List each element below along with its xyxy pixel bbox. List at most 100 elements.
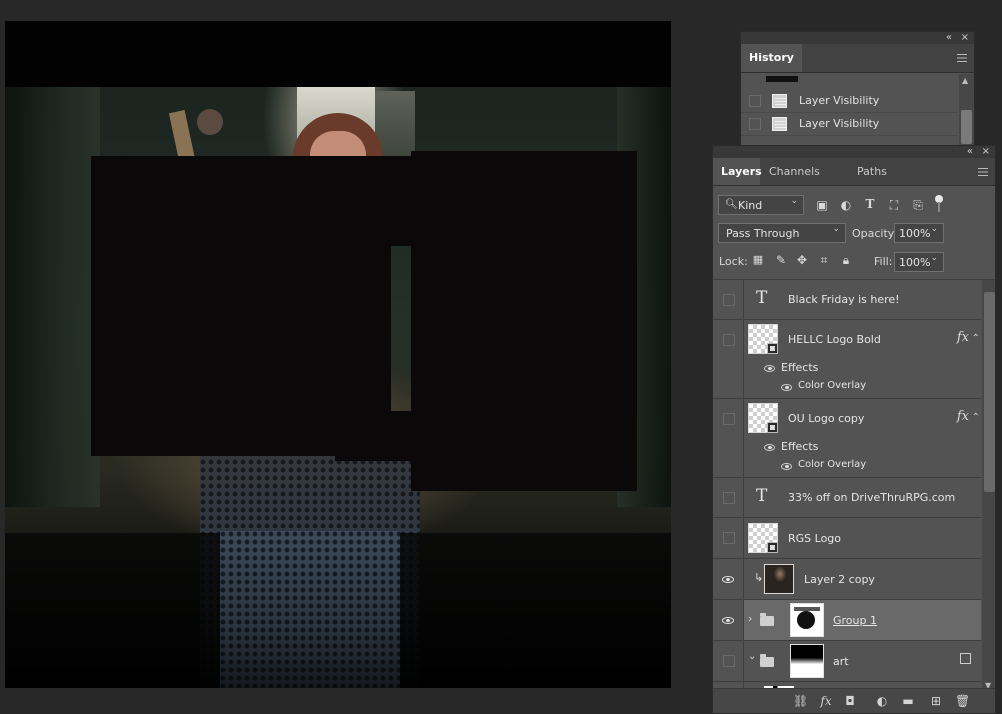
history-panel: « × History Layer Visibility Layer Visib…	[740, 31, 975, 151]
history-row[interactable]: Layer Visibility	[741, 113, 958, 136]
layer-visibility[interactable]	[713, 641, 744, 681]
clipping-arrow-icon: ↳	[754, 571, 764, 584]
layer-row[interactable]: T 33% off on DriveThruRPG.com	[713, 478, 981, 518]
lock-paint-icon[interactable]: ✎	[774, 253, 788, 267]
layer-name[interactable]: art	[833, 655, 849, 668]
chevron-down-icon[interactable]: ⌄	[748, 651, 756, 662]
toggle-stem	[938, 202, 940, 212]
layers-scroll-thumb[interactable]	[984, 292, 995, 492]
effect-name[interactable]: Color Overlay	[798, 459, 866, 470]
tab-layers[interactable]: Layers	[713, 158, 762, 185]
layer-name[interactable]: HELLC Logo Bold	[788, 333, 881, 346]
visibility-off-icon[interactable]	[723, 334, 735, 346]
collapse-icon[interactable]: «	[967, 146, 973, 158]
eye-icon[interactable]	[722, 617, 734, 624]
mask-icon[interactable]: ◘	[843, 694, 857, 708]
history-row[interactable]: Layer Visibility	[741, 90, 958, 113]
layer-row[interactable]: T Black Friday is here!	[713, 280, 981, 320]
close-icon[interactable]: ×	[961, 32, 969, 44]
layer-row[interactable]: ↳ Layer 2 copy	[713, 559, 981, 600]
blend-mode-select[interactable]: Pass Through ⌄	[718, 223, 846, 243]
layer-row[interactable]: RGS Logo	[713, 518, 981, 559]
linked-icon	[960, 653, 971, 664]
eye-icon[interactable]	[781, 384, 792, 391]
lock-label: Lock:	[719, 255, 748, 268]
image-icon[interactable]: ▣	[815, 198, 829, 212]
eye-icon[interactable]	[781, 463, 792, 470]
history-tabbar: History	[741, 44, 974, 73]
canvas-dark-overlay	[411, 151, 637, 491]
opacity-field[interactable]: 100% ⌄	[894, 223, 944, 243]
mask-shape	[797, 611, 815, 629]
layers-scrollbar[interactable]: ▼	[982, 280, 995, 692]
layer-row[interactable]: ⌄ art	[713, 641, 981, 682]
layer-name[interactable]: 33% off on DriveThruRPG.com	[788, 491, 955, 504]
visibility-off-icon[interactable]	[723, 492, 735, 504]
layer-visibility[interactable]	[713, 559, 744, 599]
smart-object-icon[interactable]: ⎘	[911, 198, 925, 212]
chevron-down-icon: ⌄	[930, 224, 938, 234]
layer-name[interactable]: Black Friday is here!	[788, 293, 900, 306]
scroll-up-icon[interactable]: ▲	[962, 76, 968, 85]
layer-row[interactable]: OU Logo copy fx ⌃ Effects Color Overlay	[713, 399, 981, 478]
layer-row-selected[interactable]: › Group 1	[713, 600, 981, 641]
eye-icon[interactable]	[764, 444, 775, 451]
layer-row[interactable]: HELLC Logo Bold fx ⌃ Effects Color Overl…	[713, 320, 981, 399]
visibility-off-icon[interactable]	[723, 655, 735, 667]
adjustment-icon[interactable]: ◐	[875, 694, 889, 708]
opacity-value: 100%	[899, 227, 931, 240]
lock-artboard-icon[interactable]: ⌗	[817, 253, 831, 267]
layer-thumbnail	[748, 403, 778, 433]
panel-menu-icon[interactable]	[957, 54, 967, 62]
fx-icon[interactable]: fx	[957, 330, 969, 345]
layer-mask-thumbnail	[790, 603, 824, 637]
shape-icon[interactable]: ⛶	[887, 198, 901, 212]
layer-name[interactable]: Layer 2 copy	[804, 573, 875, 586]
layer-visibility[interactable]	[713, 600, 744, 640]
lock-move-icon[interactable]: ✥	[795, 253, 809, 267]
tab-paths[interactable]: Paths	[849, 158, 895, 185]
link-icon[interactable]: ⛓	[793, 694, 808, 708]
eye-icon[interactable]	[764, 365, 775, 372]
lock-transparent-icon[interactable]: ▦	[751, 253, 765, 267]
fx-icon[interactable]: fx	[819, 694, 833, 708]
type-icon[interactable]: T	[863, 197, 877, 211]
folder-icon[interactable]: ▬	[901, 694, 915, 708]
tab-history[interactable]: History	[741, 44, 802, 72]
fx-icon[interactable]: fx	[957, 409, 969, 424]
visibility-off-icon[interactable]	[723, 294, 735, 306]
layer-visibility[interactable]	[713, 399, 744, 477]
trash-icon[interactable]: 🗑︎	[955, 694, 970, 708]
layer-name[interactable]: RGS Logo	[788, 532, 841, 545]
fill-label: Fill:	[874, 255, 893, 268]
chevron-up-icon[interactable]: ⌃	[972, 333, 980, 344]
visibility-off-icon[interactable]	[723, 532, 735, 544]
new-layer-icon[interactable]: ⊞	[929, 694, 943, 708]
history-source-checkbox[interactable]	[749, 95, 761, 107]
circle-half-icon[interactable]: ◐	[839, 198, 853, 212]
layer-name[interactable]: OU Logo copy	[788, 412, 864, 425]
layers-tabbar: Layers Channels Paths	[713, 158, 995, 186]
layer-visibility[interactable]	[713, 280, 744, 319]
history-scrollbar[interactable]: ▲	[959, 74, 974, 150]
lock-all-icon[interactable]: 🔒︎	[839, 253, 853, 267]
fill-field[interactable]: 100% ⌄	[894, 252, 944, 272]
close-icon[interactable]: ×	[982, 146, 990, 158]
document-canvas[interactable]	[5, 21, 671, 688]
eye-icon[interactable]	[722, 576, 734, 583]
tab-channels[interactable]: Channels	[761, 158, 828, 185]
history-source-checkbox[interactable]	[749, 118, 761, 130]
layer-visibility[interactable]	[713, 320, 744, 398]
panel-menu-icon[interactable]	[978, 168, 988, 176]
chevron-up-icon[interactable]: ⌃	[972, 412, 980, 423]
collapse-icon[interactable]: «	[946, 32, 952, 44]
folder-icon	[760, 613, 774, 626]
chevron-right-icon[interactable]: ›	[748, 612, 752, 625]
layer-name[interactable]: Group 1	[833, 614, 877, 627]
history-scroll-thumb[interactable]	[961, 110, 972, 144]
layer-filter-select[interactable]: 🔍︎ Kind ⌄	[718, 195, 804, 215]
effect-name[interactable]: Color Overlay	[798, 380, 866, 391]
layer-visibility[interactable]	[713, 478, 744, 517]
visibility-off-icon[interactable]	[723, 413, 735, 425]
layer-visibility[interactable]	[713, 518, 744, 558]
